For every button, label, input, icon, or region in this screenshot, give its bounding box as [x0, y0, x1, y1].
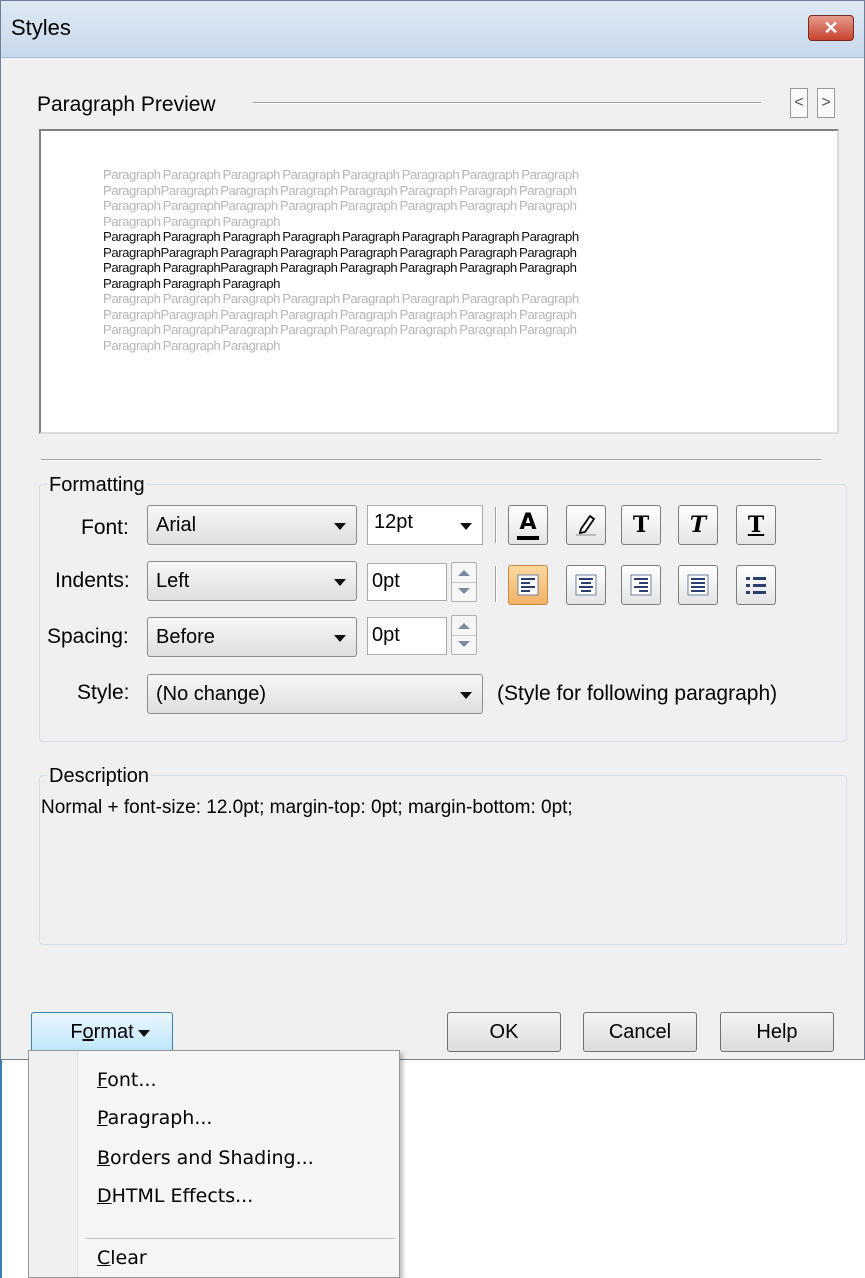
preview-divider	[253, 102, 761, 104]
preview-next-button[interactable]: >	[817, 88, 835, 118]
menu-separator	[85, 1238, 395, 1239]
help-button[interactable]: Help	[720, 1012, 834, 1052]
chevron-down-icon	[334, 635, 346, 642]
bold-icon: T	[632, 512, 650, 538]
menu-gutter	[29, 1051, 78, 1277]
close-icon: ✕	[823, 18, 839, 38]
bold-button[interactable]: T	[621, 505, 661, 545]
font-size-value: 12pt	[374, 511, 413, 533]
align-left-icon	[517, 574, 539, 596]
underline-button[interactable]: T	[736, 505, 776, 545]
ok-button[interactable]: OK	[447, 1012, 561, 1052]
align-left-button[interactable]	[508, 565, 548, 605]
highlight-button[interactable]	[566, 505, 606, 545]
menu-item-label: orders and Shading...	[110, 1147, 314, 1169]
spin-down-icon	[458, 588, 470, 594]
menu-item-label: aragraph...	[107, 1107, 213, 1129]
menu-item-borders-shading[interactable]: Borders and Shading...	[97, 1147, 314, 1169]
title-bar: Styles ✕	[1, 1, 864, 58]
menu-item-font[interactable]: Font...	[97, 1069, 157, 1091]
paragraph-preview: Paragraph Paragraph Paragraph Paragraph …	[39, 129, 839, 434]
close-button[interactable]: ✕	[808, 15, 854, 41]
chevron-down-icon	[334, 579, 346, 586]
preview-prev-button[interactable]: <	[790, 88, 808, 118]
spacing-value: Before	[156, 626, 215, 648]
chevron-down-icon	[334, 523, 346, 530]
justify-button[interactable]	[678, 565, 718, 605]
indents-label: Indents:	[55, 569, 130, 592]
align-right-button[interactable]	[621, 565, 661, 605]
menu-item-label: ont...	[107, 1069, 157, 1091]
toolbar-separator	[495, 507, 497, 543]
spin-up-icon	[458, 570, 470, 576]
justify-icon	[687, 574, 709, 596]
spacing-amount-input[interactable]: 0pt	[367, 617, 447, 655]
styles-dialog: Styles ✕ Paragraph Preview < > Paragraph…	[0, 0, 865, 1060]
align-center-icon	[575, 574, 597, 596]
indents-spinner[interactable]	[451, 562, 477, 602]
format-menu: Font... Paragraph... Borders and Shading…	[28, 1050, 400, 1278]
toolbar-separator	[495, 566, 497, 602]
description-heading: Description	[47, 765, 152, 788]
style-label: Style:	[77, 681, 130, 704]
format-button[interactable]: Format	[31, 1012, 173, 1052]
spacing-amount: 0pt	[372, 624, 400, 646]
style-select[interactable]: (No change)	[147, 674, 483, 714]
chevron-left-icon: <	[794, 94, 804, 111]
align-center-button[interactable]	[566, 565, 606, 605]
formatting-heading: Formatting	[47, 474, 147, 497]
italic-button[interactable]: T	[678, 505, 718, 545]
font-label: Font:	[81, 516, 129, 539]
dialog-title: Styles	[11, 15, 71, 40]
menu-item-label: lear	[110, 1247, 147, 1269]
bullet-list-button[interactable]	[736, 565, 776, 605]
preview-current-paragraph: Paragraph Paragraph Paragraph Paragraph …	[103, 229, 579, 291]
indents-amount: 0pt	[372, 570, 400, 592]
font-color-button[interactable]: A	[508, 505, 548, 545]
indents-amount-input[interactable]: 0pt	[367, 563, 447, 601]
menu-item-dhtml-effects[interactable]: DHTML Effects...	[97, 1185, 253, 1207]
preview-text: Paragraph Paragraph Paragraph Paragraph …	[103, 167, 743, 353]
underline-icon: T	[747, 512, 765, 538]
spin-down-icon	[458, 641, 470, 647]
spin-up-icon	[458, 623, 470, 629]
menu-item-paragraph[interactable]: Paragraph...	[97, 1107, 212, 1129]
font-size-select[interactable]: 12pt	[367, 505, 483, 545]
menu-item-clear[interactable]: Clear	[97, 1247, 147, 1269]
chevron-down-icon	[138, 1030, 150, 1037]
font-select[interactable]: Arial	[147, 505, 357, 545]
style-hint: (Style for following paragraph)	[497, 682, 778, 705]
italic-icon: T	[689, 512, 707, 538]
style-value: (No change)	[156, 683, 267, 705]
chevron-right-icon: >	[821, 94, 831, 111]
cancel-button[interactable]: Cancel	[583, 1012, 697, 1052]
preview-following-paragraph: Paragraph Paragraph Paragraph Paragraph …	[103, 291, 579, 353]
section-divider	[41, 459, 821, 461]
preview-previous-paragraph: Paragraph Paragraph Paragraph Paragraph …	[103, 167, 579, 229]
indents-select[interactable]: Left	[147, 561, 357, 601]
preview-heading: Paragraph Preview	[37, 93, 216, 116]
menu-item-label: HTML Effects...	[111, 1185, 254, 1207]
spacing-label: Spacing:	[47, 625, 129, 648]
description-text: Normal + font-size: 12.0pt; margin-top: …	[41, 797, 573, 818]
highlight-icon	[576, 514, 596, 536]
align-right-icon	[630, 574, 652, 596]
format-button-label: Format	[70, 1021, 134, 1043]
bullet-list-icon	[746, 577, 766, 594]
chevron-down-icon	[460, 523, 472, 530]
indents-value: Left	[156, 570, 190, 592]
chevron-down-icon	[460, 692, 472, 699]
font-value: Arial	[156, 514, 197, 536]
spacing-select[interactable]: Before	[147, 617, 357, 657]
window-edge	[0, 1060, 2, 1278]
spacing-spinner[interactable]	[451, 615, 477, 655]
